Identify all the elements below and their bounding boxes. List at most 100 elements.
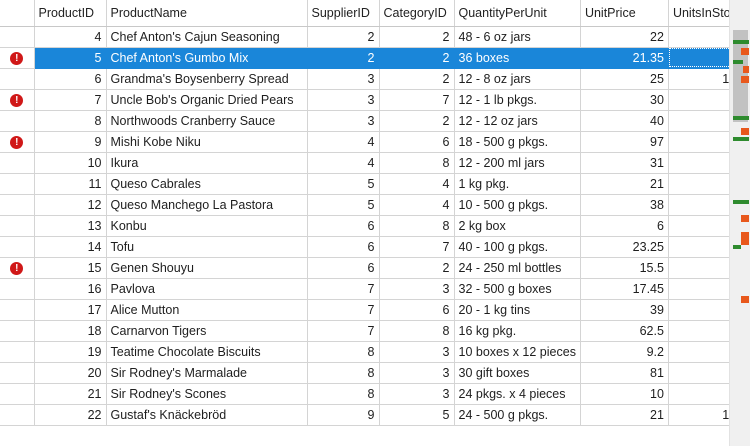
- cell-productid[interactable]: 11: [34, 173, 107, 195]
- row-indicator[interactable]: !: [0, 89, 35, 111]
- cell-productname[interactable]: Sir Rodney's Scones: [106, 383, 308, 405]
- cell-productid[interactable]: 12: [34, 194, 107, 216]
- cell-categoryid[interactable]: 2: [379, 47, 455, 69]
- cell-productname[interactable]: Tofu: [106, 236, 308, 258]
- row-indicator[interactable]: !: [0, 215, 35, 237]
- row-indicator[interactable]: !: [0, 299, 35, 321]
- table-row[interactable]: !6Grandma's Boysenberry Spread3212 - 8 o…: [0, 68, 749, 90]
- table-row[interactable]: !14Tofu6740 - 100 g pkgs.23.2535: [0, 236, 749, 258]
- cell-supplierid[interactable]: 7: [307, 299, 380, 321]
- cell-unitprice[interactable]: 30: [580, 89, 669, 111]
- table-row[interactable]: !21Sir Rodney's Scones8324 pkgs. x 4 pie…: [0, 383, 749, 405]
- cell-categoryid[interactable]: 4: [379, 173, 455, 195]
- cell-supplierid[interactable]: 7: [307, 320, 380, 342]
- row-indicator[interactable]: !: [0, 131, 35, 153]
- cell-productid[interactable]: 6: [34, 68, 107, 90]
- cell-productname[interactable]: Chef Anton's Gumbo Mix: [106, 47, 308, 69]
- cell-productid[interactable]: 13: [34, 215, 107, 237]
- table-row[interactable]: !16Pavlova7332 - 500 g boxes17.4529: [0, 278, 749, 300]
- cell-unitprice[interactable]: 17.45: [580, 278, 669, 300]
- cell-productname[interactable]: Grandma's Boysenberry Spread: [106, 68, 308, 90]
- table-row[interactable]: !4Chef Anton's Cajun Seasoning2248 - 6 o…: [0, 26, 749, 48]
- cell-unitprice[interactable]: 6: [580, 215, 669, 237]
- cell-productid[interactable]: 20: [34, 362, 107, 384]
- row-indicator[interactable]: !: [0, 383, 35, 405]
- cell-productid[interactable]: 5: [34, 47, 107, 69]
- cell-unitprice[interactable]: 21: [580, 404, 669, 426]
- cell-productname[interactable]: Chef Anton's Cajun Seasoning: [106, 26, 308, 48]
- cell-categoryid[interactable]: 2: [379, 110, 455, 132]
- table-row[interactable]: !5Chef Anton's Gumbo Mix2236 boxes21.350: [0, 47, 749, 69]
- table-row[interactable]: !8Northwoods Cranberry Sauce3212 - 12 oz…: [0, 110, 749, 132]
- cell-supplierid[interactable]: 8: [307, 362, 380, 384]
- row-indicator[interactable]: !: [0, 404, 35, 426]
- cell-unitprice[interactable]: 81: [580, 362, 669, 384]
- column-header-unitprice[interactable]: UnitPrice: [580, 0, 669, 27]
- table-row[interactable]: !18Carnarvon Tigers7816 kg pkg.62.542: [0, 320, 749, 342]
- cell-productname[interactable]: Carnarvon Tigers: [106, 320, 308, 342]
- cell-unitprice[interactable]: 38: [580, 194, 669, 216]
- cell-supplierid[interactable]: 7: [307, 278, 380, 300]
- cell-supplierid[interactable]: 3: [307, 68, 380, 90]
- cell-categoryid[interactable]: 6: [379, 299, 455, 321]
- cell-quantityperunit[interactable]: 12 - 8 oz jars: [454, 68, 581, 90]
- cell-productid[interactable]: 19: [34, 341, 107, 363]
- table-row[interactable]: !9Mishi Kobe Niku4618 - 500 g pkgs.9729: [0, 131, 749, 153]
- table-row[interactable]: !19Teatime Chocolate Biscuits8310 boxes …: [0, 341, 749, 363]
- cell-productid[interactable]: 17: [34, 299, 107, 321]
- cell-categoryid[interactable]: 3: [379, 362, 455, 384]
- cell-quantityperunit[interactable]: 36 boxes: [454, 47, 581, 69]
- cell-productid[interactable]: 9: [34, 131, 107, 153]
- cell-supplierid[interactable]: 6: [307, 257, 380, 279]
- cell-unitprice[interactable]: 10: [580, 383, 669, 405]
- cell-productname[interactable]: Pavlova: [106, 278, 308, 300]
- column-header-supplierid[interactable]: SupplierID: [307, 0, 380, 27]
- row-indicator[interactable]: !: [0, 68, 35, 90]
- cell-productid[interactable]: 22: [34, 404, 107, 426]
- cell-productid[interactable]: 21: [34, 383, 107, 405]
- row-indicator[interactable]: !: [0, 278, 35, 300]
- cell-productname[interactable]: Alice Mutton: [106, 299, 308, 321]
- cell-productname[interactable]: Gustaf's Knäckebröd: [106, 404, 308, 426]
- column-header-quantityperunit[interactable]: QuantityPerUnit: [454, 0, 581, 27]
- cell-quantityperunit[interactable]: 1 kg pkg.: [454, 173, 581, 195]
- cell-unitprice[interactable]: 15.5: [580, 257, 669, 279]
- cell-supplierid[interactable]: 2: [307, 47, 380, 69]
- cell-quantityperunit[interactable]: 24 - 500 g pkgs.: [454, 404, 581, 426]
- table-row[interactable]: ! 15 Genen Shouyu 6 2 24 - 250 ml bottles 15.5…: [0, 257, 749, 279]
- cell-categoryid[interactable]: 3: [379, 341, 455, 363]
- cell-quantityperunit[interactable]: 24 pkgs. x 4 pieces: [454, 383, 581, 405]
- cell-productid[interactable]: 10: [34, 152, 107, 174]
- cell-supplierid[interactable]: 9: [307, 404, 380, 426]
- row-indicator[interactable]: !: [0, 194, 35, 216]
- row-indicator[interactable]: !: [0, 110, 35, 132]
- row-indicator[interactable]: !: [0, 26, 35, 48]
- row-indicator[interactable]: !: [0, 173, 35, 195]
- row-indicator[interactable]: !: [0, 152, 35, 174]
- table-row[interactable]: ! 7 Uncle Bob's Organic Dried Pears 3 7 12 - …: [0, 89, 749, 111]
- cell-quantityperunit[interactable]: 32 - 500 g boxes: [454, 278, 581, 300]
- cell-quantityperunit[interactable]: 12 - 12 oz jars: [454, 110, 581, 132]
- cell-supplierid[interactable]: 4: [307, 152, 380, 174]
- cell-productname[interactable]: Northwoods Cranberry Sauce: [106, 110, 308, 132]
- cell-productid[interactable]: 4: [34, 26, 107, 48]
- row-indicator[interactable]: !: [0, 341, 35, 363]
- cell-categoryid[interactable]: 3: [379, 278, 455, 300]
- column-header-productid[interactable]: ProductID: [34, 0, 107, 27]
- cell-quantityperunit[interactable]: 12 - 1 lb pkgs.: [454, 89, 581, 111]
- cell-productname[interactable]: Teatime Chocolate Biscuits: [106, 341, 308, 363]
- row-indicator[interactable]: !: [0, 320, 35, 342]
- cell-unitprice[interactable]: 62.5: [580, 320, 669, 342]
- cell-supplierid[interactable]: 2: [307, 26, 380, 48]
- cell-quantityperunit[interactable]: 30 gift boxes: [454, 362, 581, 384]
- cell-quantityperunit[interactable]: 10 - 500 g pkgs.: [454, 194, 581, 216]
- cell-productname[interactable]: Uncle Bob's Organic Dried Pears: [106, 89, 308, 111]
- cell-categoryid[interactable]: 6: [379, 131, 455, 153]
- row-indicator[interactable]: !: [0, 236, 35, 258]
- cell-supplierid[interactable]: 8: [307, 341, 380, 363]
- cell-unitprice[interactable]: 23.25: [580, 236, 669, 258]
- cell-productid[interactable]: 18: [34, 320, 107, 342]
- cell-productid[interactable]: 16: [34, 278, 107, 300]
- cell-supplierid[interactable]: 3: [307, 89, 380, 111]
- cell-supplierid[interactable]: 6: [307, 215, 380, 237]
